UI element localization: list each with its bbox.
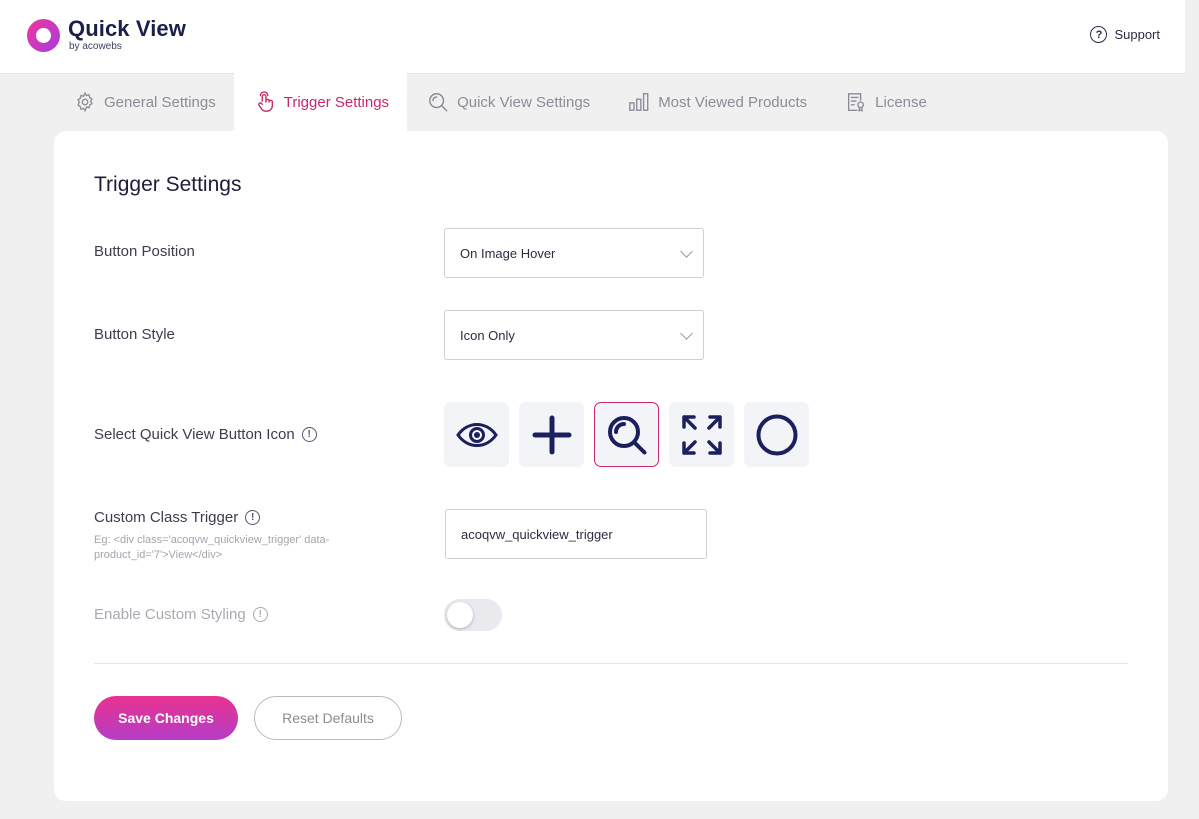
tab-label: License <box>875 93 927 111</box>
tab-license[interactable]: License <box>825 73 945 131</box>
icon-option-magnify[interactable] <box>594 402 659 467</box>
support-label: Support <box>1114 27 1160 42</box>
tab-quick-view-settings[interactable]: Quick View Settings <box>407 73 608 131</box>
input-value: acoqvw_quickview_trigger <box>461 526 613 542</box>
circle-icon <box>756 414 797 455</box>
toggle-knob <box>447 602 473 628</box>
reset-defaults-button[interactable]: Reset Defaults <box>254 696 402 740</box>
custom-styling-label: Enable Custom Styling ! <box>94 606 268 623</box>
chevron-down-icon <box>680 327 693 340</box>
logo: Quick View by acowebs <box>27 17 186 53</box>
eye-icon <box>455 422 498 447</box>
icon-select-label: Select Quick View Button Icon ! <box>94 426 317 443</box>
help-circle-icon: ? <box>1090 26 1108 43</box>
save-changes-button[interactable]: Save Changes <box>94 696 238 740</box>
icon-option-circle[interactable] <box>744 402 809 467</box>
magnify-icon <box>607 415 646 454</box>
logo-subtitle: by acowebs <box>69 41 122 52</box>
info-icon[interactable]: ! <box>252 607 268 622</box>
settings-tabs: General Settings Trigger Settings Quick … <box>54 73 945 131</box>
icon-options <box>444 402 819 467</box>
plus-icon <box>532 415 571 454</box>
custom-class-hint: Eg: <div class='acoqvw_quickview_trigger… <box>94 534 330 561</box>
icon-option-eye[interactable] <box>444 402 509 467</box>
button-style-select[interactable]: Icon Only <box>444 310 704 360</box>
tab-label: Trigger Settings <box>283 93 390 111</box>
tab-most-viewed-products[interactable]: Most Viewed Products <box>608 73 825 131</box>
icon-option-plus[interactable] <box>519 402 584 467</box>
button-position-label: Button Position <box>94 243 195 260</box>
custom-styling-toggle[interactable] <box>444 599 502 631</box>
certificate-icon <box>848 93 865 112</box>
logo-title: Quick View <box>68 16 186 41</box>
info-icon[interactable]: ! <box>301 427 317 442</box>
button-style-label: Button Style <box>94 326 175 343</box>
gear-icon <box>77 91 93 113</box>
logo-mark-icon <box>27 18 60 52</box>
select-value: Icon Only <box>460 327 515 343</box>
divider <box>94 663 1128 664</box>
touch-hand-icon <box>257 91 273 112</box>
custom-class-label: Custom Class Trigger ! <box>94 509 261 526</box>
top-bar: Quick View by acowebs ? Support <box>0 0 1185 73</box>
expand-arrows-icon <box>681 414 722 455</box>
support-link[interactable]: ? Support <box>1090 26 1160 43</box>
chevron-down-icon <box>680 245 693 258</box>
tab-general-settings[interactable]: General Settings <box>54 73 234 131</box>
bar-chart-icon <box>629 93 649 111</box>
tab-label: Most Viewed Products <box>658 93 808 111</box>
panel-title: Trigger Settings <box>94 173 242 196</box>
button-position-select[interactable]: On Image Hover <box>444 228 704 278</box>
tab-label: Quick View Settings <box>457 93 591 111</box>
magnify-icon <box>429 93 448 112</box>
tab-label: General Settings <box>104 93 216 111</box>
icon-option-expand[interactable] <box>669 402 734 467</box>
tab-trigger-settings[interactable]: Trigger Settings <box>233 73 408 131</box>
trigger-settings-panel: Trigger Settings Button Position On Imag… <box>54 131 1168 801</box>
custom-class-input[interactable]: acoqvw_quickview_trigger <box>445 509 707 559</box>
select-value: On Image Hover <box>460 245 556 261</box>
info-icon[interactable]: ! <box>245 510 261 525</box>
